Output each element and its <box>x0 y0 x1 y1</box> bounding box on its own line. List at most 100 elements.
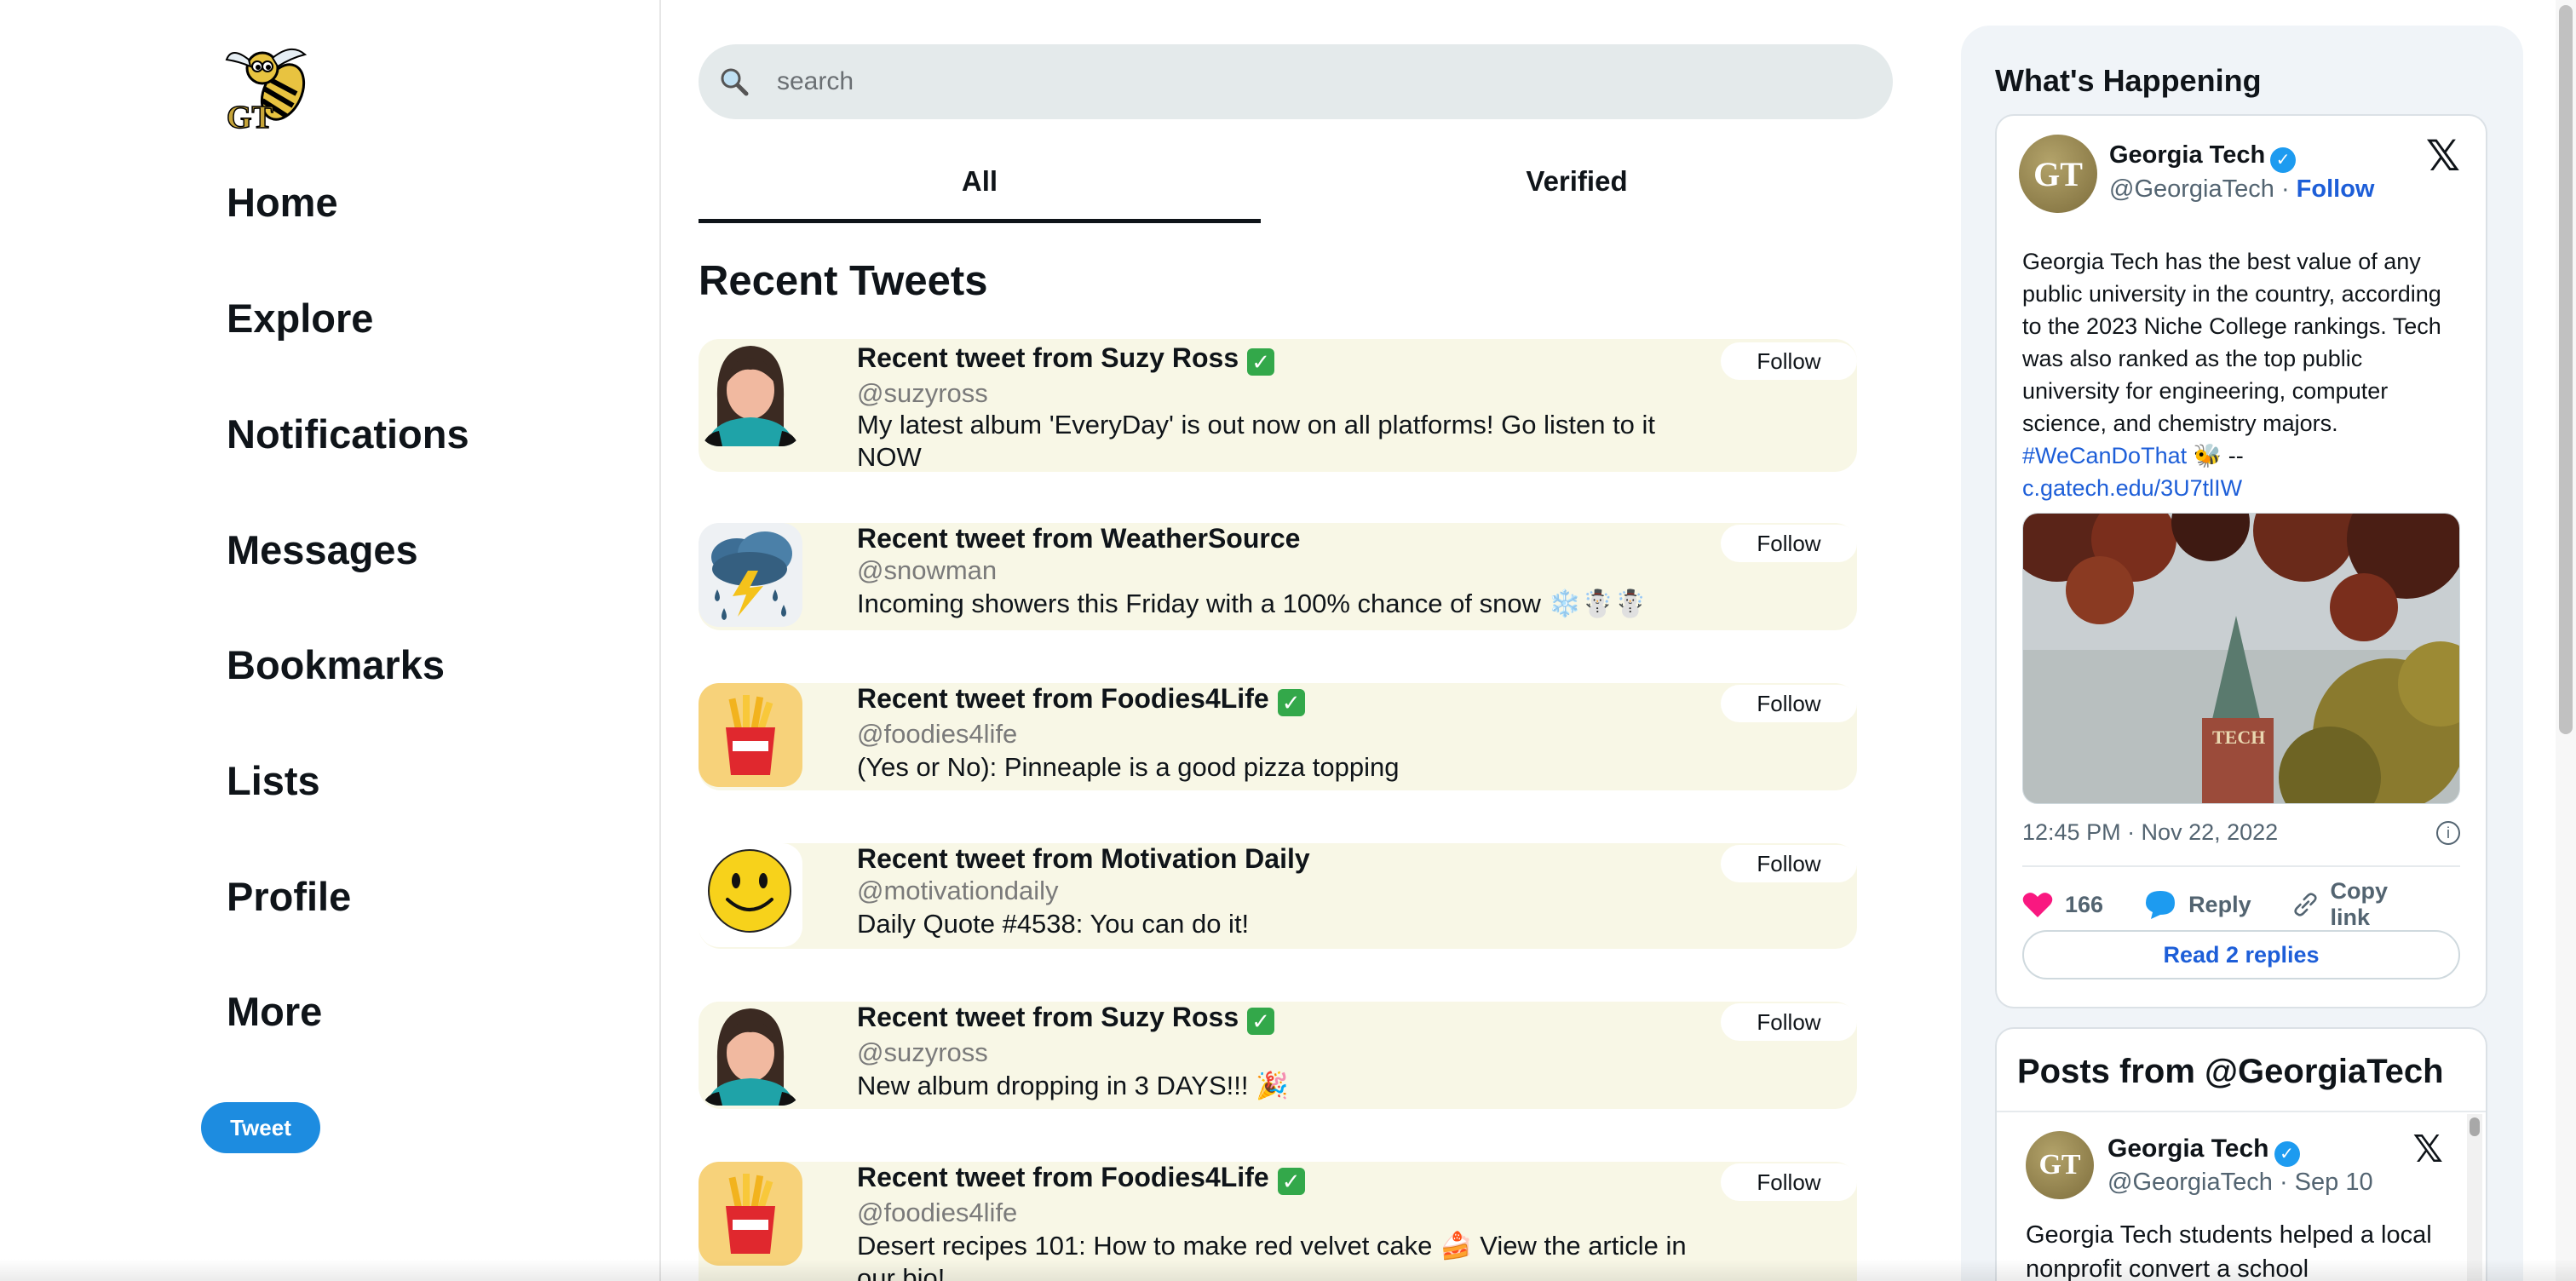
tweet-title: Recent tweet from WeatherSource <box>857 523 1301 554</box>
follow-button[interactable]: Follow <box>1721 845 1857 882</box>
tweet-text: Incoming showers this Friday with a 100%… <box>857 589 1647 618</box>
nav-more-link[interactable]: More <box>227 991 322 1031</box>
info-icon[interactable]: i <box>2436 821 2460 845</box>
embed-actions: 166 Reply Copy link <box>2022 878 2460 930</box>
woman-avatar-icon <box>699 339 802 446</box>
verified-badge-icon: ✓ <box>2274 1141 2300 1167</box>
tweet-title: Recent tweet from Suzy Ross ✓ <box>857 342 1275 376</box>
post-text: Georgia Tech students helped a local non… <box>2026 1221 2432 1281</box>
verified-check-icon: ✓ <box>1247 1008 1275 1035</box>
heart-icon <box>2022 893 2053 917</box>
search-icon <box>717 65 751 99</box>
tweet-text: Desert recipes 101: How to make red velv… <box>857 1231 1687 1281</box>
post-author-handle: @GeorgiaTech · Sep 10 <box>2107 1169 2373 1196</box>
nav-lists-link[interactable]: Lists <box>227 761 320 801</box>
whats-happening-heading: What's Happening <box>1995 63 2262 98</box>
french-fries-icon <box>699 683 802 787</box>
verified-check-icon: ✓ <box>1247 348 1275 376</box>
follow-button[interactable]: Follow <box>1721 1003 1857 1041</box>
embed-tweet-text: Georgia Tech has the best value of any p… <box>2022 249 2441 501</box>
x-logo-icon[interactable]: 𝕏 <box>2426 131 2460 181</box>
copy-link-button[interactable]: Copy link <box>2292 878 2419 931</box>
x-logo-icon[interactable]: 𝕏 <box>2413 1128 2443 1171</box>
verified-badge-icon: ✓ <box>2270 147 2297 173</box>
tweet-handle[interactable]: @suzyross <box>857 1037 988 1068</box>
woman-avatar-icon <box>699 1002 802 1106</box>
storm-cloud-icon <box>699 523 802 627</box>
reply-button[interactable]: Reply <box>2144 889 2251 920</box>
follow-button[interactable]: Follow <box>1721 1163 1857 1201</box>
tweet-text: New album dropping in 3 DAYS!!! 🎉 <box>857 1071 1289 1100</box>
tab-verified[interactable]: Verified <box>1261 160 1893 223</box>
tweet-card[interactable]: Recent tweet from Motivation Daily @moti… <box>699 843 1857 949</box>
tweet-text: (Yes or No): Pinneaple is a good pizza t… <box>857 752 1400 782</box>
posts-scrollbar[interactable] <box>2467 1114 2482 1281</box>
follow-button[interactable]: Follow <box>1721 525 1857 562</box>
search-bar[interactable] <box>699 44 1893 119</box>
tech-tower-photo[interactable]: TECH <box>2022 513 2460 804</box>
search-input[interactable] <box>777 67 1799 96</box>
verified-check-icon: ✓ <box>1277 1168 1305 1195</box>
embed-timestamp[interactable]: 12:45 PM · Nov 22, 2022 <box>2022 819 2278 846</box>
embed-follow-link[interactable]: Follow <box>2297 175 2375 203</box>
tweet-title: Recent tweet from Foodies4Life ✓ <box>857 683 1305 716</box>
left-navigation: GT Home Explore Notifications Messages B… <box>0 0 661 1281</box>
hashtag-link[interactable]: #WeCanDoThat <box>2022 443 2187 468</box>
verified-check-icon: ✓ <box>1277 689 1305 716</box>
tweet-title: Recent tweet from Motivation Daily <box>857 843 1310 874</box>
smiley-face-icon <box>699 843 802 947</box>
tweet-handle[interactable]: @foodies4life <box>857 719 1017 750</box>
tweet-title: Recent tweet from Suzy Ross ✓ <box>857 1002 1275 1035</box>
divider <box>2022 865 2460 867</box>
tweet-card[interactable]: Recent tweet from WeatherSource @snowman… <box>699 523 1857 630</box>
page-scrollbar[interactable] <box>2556 0 2576 1281</box>
nav-messages-link[interactable]: Messages <box>227 530 418 570</box>
whats-happening-panel: What's Happening GT Georgia Tech ✓ @Georg… <box>1961 26 2523 1281</box>
posts-scrollbar-thumb[interactable] <box>2470 1117 2480 1136</box>
tab-all[interactable]: All <box>699 160 1261 223</box>
page-scrollbar-thumb[interactable] <box>2559 5 2573 734</box>
copy-link-label: Copy link <box>2330 878 2389 930</box>
nav-profile-link[interactable]: Profile <box>227 876 351 916</box>
reply-bubble-icon <box>2146 891 2176 919</box>
tweet-card[interactable]: Recent tweet from Foodies4Life ✓ @foodies… <box>699 1162 1857 1281</box>
feed-tabs: All Verified <box>699 160 1893 223</box>
tweet-text: My latest album 'EveryDay' is out now on… <box>857 410 1656 472</box>
tweet-handle[interactable]: @motivationdaily <box>857 876 1059 906</box>
tweet-handle[interactable]: @foodies4life <box>857 1198 1017 1228</box>
yellow-jacket-logo-icon[interactable]: GT <box>223 41 315 136</box>
read-replies-button[interactable]: Read 2 replies <box>2022 930 2460 979</box>
posts-timeline: Posts from @GeorgiaTech GT Georgia Tech ✓… <box>1995 1027 2487 1281</box>
nav-notifications-link[interactable]: Notifications <box>227 414 469 454</box>
tweet-card[interactable]: Recent tweet from Suzy Ross ✓ @suzyross M… <box>699 339 1857 472</box>
embed-author-name[interactable]: Georgia Tech ✓ <box>2109 141 2297 173</box>
tweet-handle[interactable]: @suzyross <box>857 378 988 409</box>
svg-text:GT: GT <box>227 100 273 133</box>
embed-url-link[interactable]: c.gatech.edu/3U7tlIW <box>2022 475 2242 501</box>
svg-text:TECH: TECH <box>2212 727 2265 748</box>
nav-explore-link[interactable]: Explore <box>227 298 373 338</box>
nav-home-link[interactable]: Home <box>227 182 338 222</box>
nav-bookmarks-link[interactable]: Bookmarks <box>227 645 445 685</box>
reply-label: Reply <box>2188 891 2251 917</box>
recent-tweets-heading: Recent Tweets <box>699 258 988 304</box>
posts-heading: Posts from @GeorgiaTech <box>2017 1053 2444 1090</box>
link-icon <box>2293 893 2317 916</box>
tweet-title: Recent tweet from Foodies4Life ✓ <box>857 1162 1305 1195</box>
like-button[interactable]: 166 <box>2022 891 2103 918</box>
tweet-handle[interactable]: @snowman <box>857 555 997 586</box>
tweet-card[interactable]: Recent tweet from Suzy Ross ✓ @suzyross N… <box>699 1002 1857 1109</box>
georgia-tech-avatar[interactable]: GT <box>2019 135 2097 213</box>
tweet-button[interactable]: Tweet <box>201 1102 320 1153</box>
follow-button[interactable]: Follow <box>1721 685 1857 722</box>
divider <box>1997 1111 2486 1112</box>
like-count: 166 <box>2065 891 2104 917</box>
embed-author-handle: @GeorgiaTech · Follow <box>2109 175 2375 203</box>
french-fries-icon <box>699 1162 802 1266</box>
embedded-tweet[interactable]: GT Georgia Tech ✓ @GeorgiaTech · Follow 𝕏… <box>1995 114 2487 1008</box>
tweet-card[interactable]: Recent tweet from Foodies4Life ✓ @foodies… <box>699 683 1857 790</box>
follow-button[interactable]: Follow <box>1721 342 1857 380</box>
post-author-name[interactable]: Georgia Tech ✓ <box>2107 1135 2300 1167</box>
georgia-tech-avatar[interactable]: GT <box>2026 1131 2094 1199</box>
tweet-text: Daily Quote #4538: You can do it! <box>857 909 1250 939</box>
